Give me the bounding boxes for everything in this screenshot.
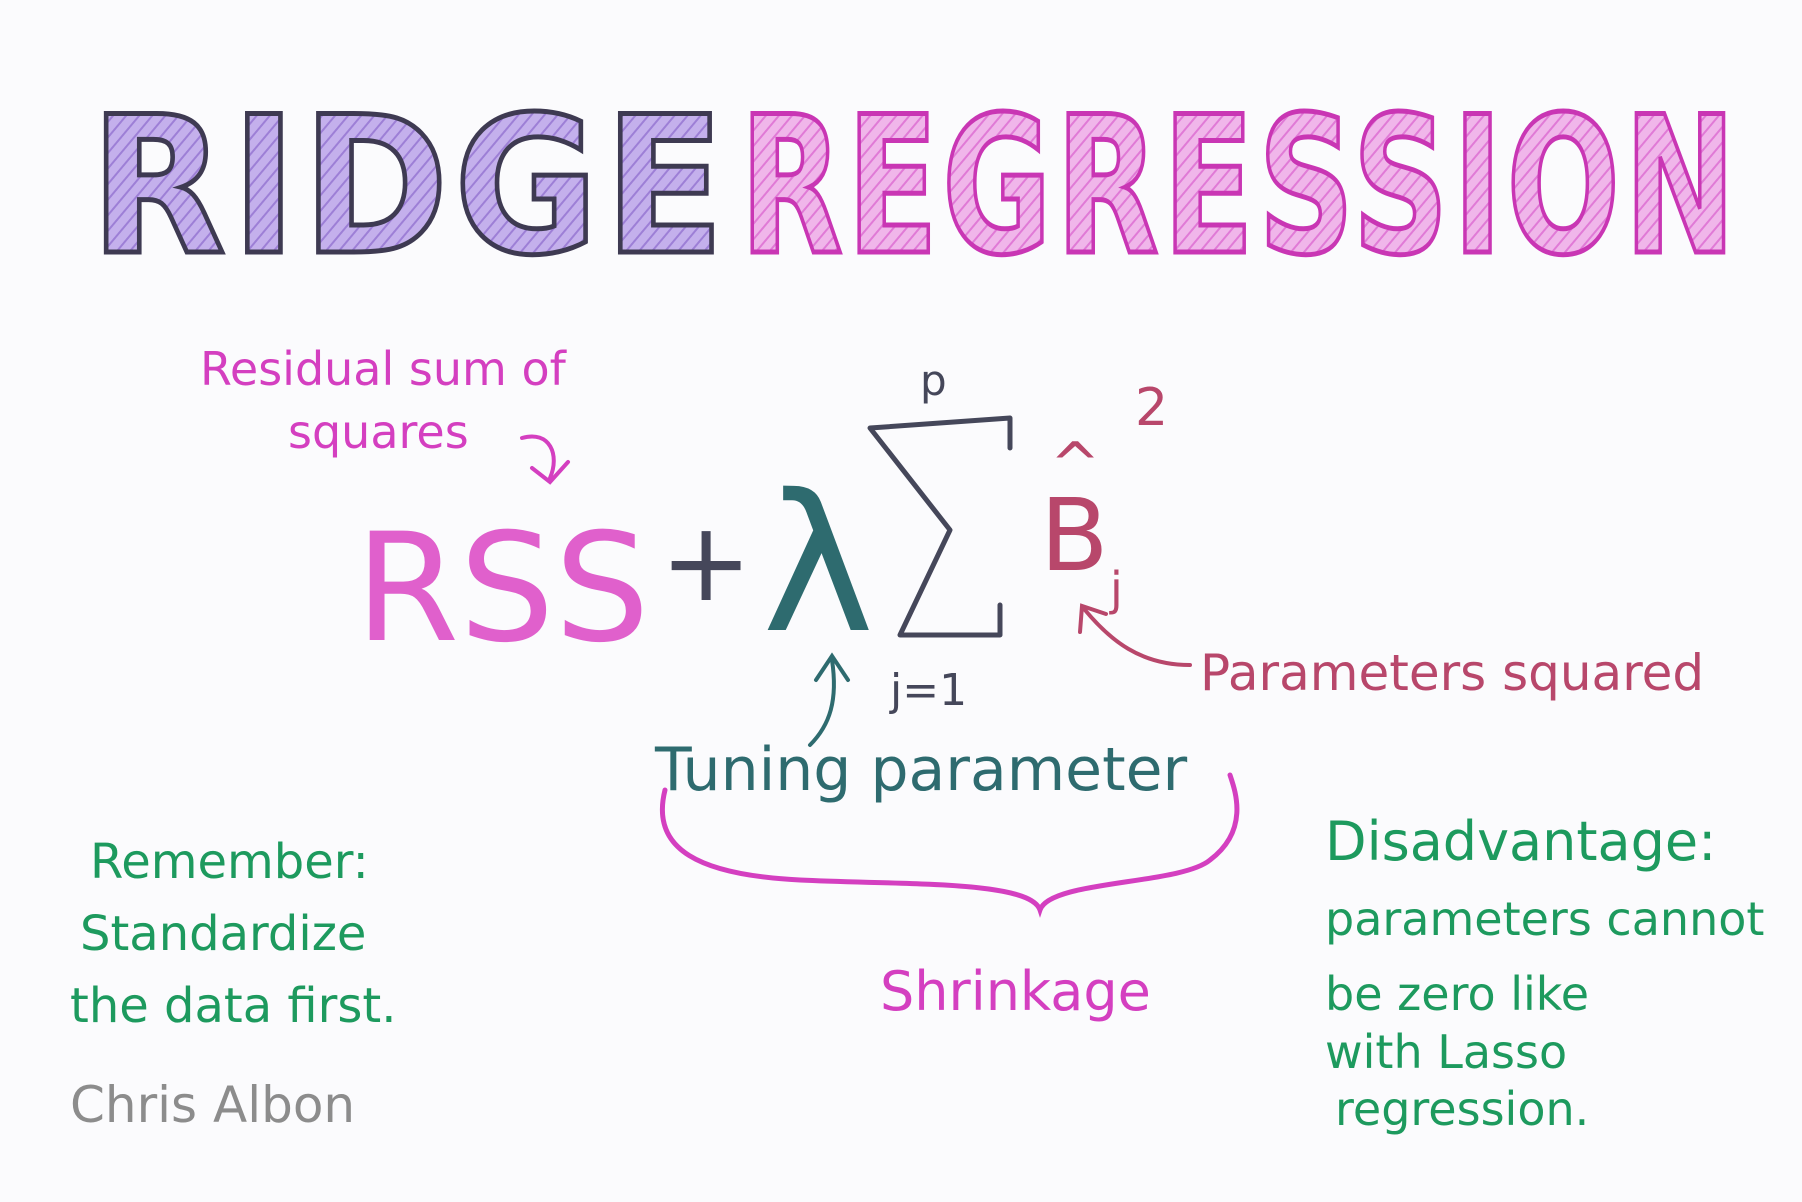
- rss-term: RSS: [355, 502, 650, 676]
- disadvantage-line1: parameters cannot: [1325, 892, 1764, 946]
- tuning-parameter-label: Tuning parameter: [654, 735, 1188, 805]
- remember-line1: Standardize: [80, 906, 366, 962]
- rss-label-line2: squares: [288, 405, 469, 459]
- title-regression: REGRESSION: [740, 76, 1740, 297]
- rss-label-line1: Residual sum of: [200, 342, 568, 396]
- sum-lower-limit: j=1: [889, 665, 967, 716]
- beta-subscript: j: [1109, 562, 1123, 616]
- beta-symbol: B: [1040, 477, 1109, 594]
- shrinkage-label: Shrinkage: [880, 960, 1151, 1023]
- sigma-symbol: [867, 415, 1013, 638]
- remember-line2: the data first.: [70, 978, 396, 1034]
- sum-upper-limit: p: [920, 356, 947, 405]
- ridge-regression-diagram: RIDGE REGRESSION Residual sum of squares…: [70, 74, 1764, 1137]
- remember-title: Remember:: [90, 834, 369, 890]
- plus-sign: +: [660, 498, 752, 626]
- author-signature: Chris Albon: [70, 1076, 355, 1134]
- disadvantage-line3: with Lasso: [1325, 1025, 1567, 1079]
- parameters-squared-label: Parameters squared: [1200, 644, 1704, 702]
- disadvantage-line4: regression.: [1335, 1082, 1589, 1136]
- exponent-two: 2: [1135, 378, 1168, 438]
- disadvantage-line2: be zero like: [1325, 967, 1589, 1021]
- lambda-symbol: λ: [762, 454, 874, 675]
- title-ridge: RIDGE: [90, 76, 730, 297]
- disadvantage-title: Disadvantage:: [1325, 810, 1716, 873]
- params-arrow: [1083, 608, 1192, 667]
